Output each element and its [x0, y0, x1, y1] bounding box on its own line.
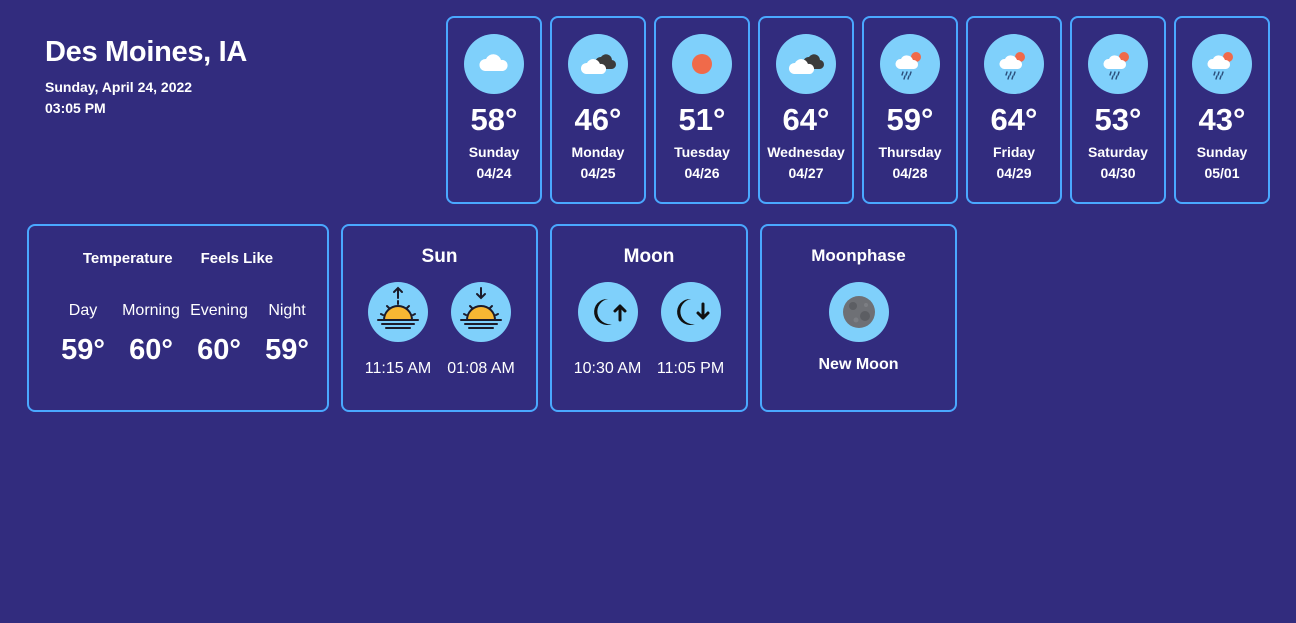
forecast-temp: 64°: [990, 102, 1038, 137]
temperature-tabs: Temperature Feels Like: [29, 250, 327, 267]
forecast-date: 04/26: [684, 165, 720, 181]
temperature-panel: Temperature Feels Like Day 59° Morning 6…: [27, 224, 329, 412]
forecast-day-card[interactable]: 64° Friday 04/29: [966, 16, 1062, 204]
forecast-date: 04/27: [788, 165, 824, 181]
forecast-date: 04/28: [892, 165, 928, 181]
broken-clouds-icon: [776, 34, 836, 94]
forecast-day-name: Tuesday: [674, 144, 730, 160]
period-label: Morning: [122, 302, 180, 319]
rain-cloud-sun-icon: [984, 34, 1044, 94]
forecast-day-name: Sunday: [468, 144, 520, 160]
period-night: Night 59°: [253, 302, 321, 367]
sun-title: Sun: [421, 246, 458, 267]
forecast-day-name: Sunday: [1196, 144, 1248, 160]
period-temp: 59°: [61, 334, 105, 366]
period-label: Evening: [190, 302, 248, 319]
forecast-day-name: Thursday: [878, 144, 942, 160]
sunrise-item: 11:15 AM: [364, 282, 432, 378]
period-morning: Morning 60°: [117, 302, 185, 367]
period-label: Night: [268, 302, 306, 319]
forecast-temp: 58°: [470, 102, 518, 137]
moon-title: Moon: [623, 246, 675, 267]
moon-times: 10:30 AM 11:05 PM: [552, 282, 746, 378]
rain-cloud-sun-icon: [1192, 34, 1252, 94]
new-moon-icon: [828, 282, 889, 342]
rain-cloud-sun-icon: [880, 34, 940, 94]
sun-times: 11:15 AM 01:08 AM: [343, 282, 536, 378]
sun-icon: [672, 34, 732, 94]
forecast-day-name: Saturday: [1088, 144, 1148, 160]
forecast-day-name: Friday: [992, 144, 1035, 160]
sun-panel: Sun 11:15 AM 01:08 AM: [341, 224, 538, 412]
forecast-day-card[interactable]: 51° Tuesday 04/26: [654, 16, 750, 204]
forecast-temp: 64°: [782, 102, 830, 137]
forecast-strip: 58° Sunday 04/24 46° Monday 04/25 51° Tu…: [446, 16, 1270, 204]
forecast-date: 04/30: [1100, 165, 1136, 181]
period-temp: 60°: [129, 334, 173, 366]
forecast-temp: 51°: [678, 102, 726, 137]
sunset-time: 01:08 AM: [447, 360, 515, 377]
forecast-day-name: Monday: [571, 144, 625, 160]
moonphase-name: New Moon: [818, 356, 899, 373]
sunset-item: 01:08 AM: [447, 282, 515, 378]
forecast-temp: 46°: [574, 102, 622, 137]
moonphase-content: New Moon: [762, 282, 955, 374]
moonrise-time: 10:30 AM: [573, 360, 642, 377]
forecast-day-card[interactable]: 64° Wednesday 04/27: [758, 16, 854, 204]
sunrise-icon: [368, 282, 428, 342]
moon-panel: Moon 10:30 AM 11:05 PM: [550, 224, 748, 412]
forecast-day-card[interactable]: 43° Sunday 05/01: [1174, 16, 1270, 204]
forecast-date: 04/25: [580, 165, 616, 181]
broken-clouds-icon: [568, 34, 628, 94]
forecast-temp: 43°: [1198, 102, 1246, 137]
period-row: Day 59° Morning 60° Evening 60° Night 59…: [49, 302, 321, 367]
forecast-date: 04/24: [476, 165, 512, 181]
moonrise-icon: [577, 282, 638, 342]
forecast-day-card[interactable]: 46° Monday 04/25: [550, 16, 646, 204]
current-time: 03:05 PM: [45, 100, 106, 116]
forecast-day-card[interactable]: 58° Sunday 04/24: [446, 16, 542, 204]
tab-feels-like[interactable]: Feels Like: [201, 250, 274, 267]
moonset-time: 11:05 PM: [656, 360, 725, 377]
moonphase-title: Moonphase: [811, 246, 906, 265]
forecast-date: 05/01: [1204, 165, 1240, 181]
period-label: Day: [68, 302, 98, 319]
moonset-icon: [660, 282, 721, 342]
period-day: Day 59°: [49, 302, 117, 367]
period-temp: 59°: [265, 334, 309, 366]
forecast-date: 04/29: [996, 165, 1032, 181]
period-temp: 60°: [197, 334, 241, 366]
forecast-day-card[interactable]: 59° Thursday 04/28: [862, 16, 958, 204]
sunrise-time: 11:15 AM: [364, 360, 432, 377]
forecast-day-name: Wednesday: [767, 144, 845, 160]
period-evening: Evening 60°: [185, 302, 253, 367]
moonset-item: 11:05 PM: [657, 282, 724, 378]
current-date: Sunday, April 24, 2022: [45, 79, 193, 95]
tab-temperature[interactable]: Temperature: [83, 250, 173, 267]
forecast-day-card[interactable]: 53° Saturday 04/30: [1070, 16, 1166, 204]
sunset-icon: [451, 282, 511, 342]
moonrise-item: 10:30 AM: [574, 282, 641, 378]
cloud-icon: [464, 34, 524, 94]
moonphase-panel: Moonphase New Moon: [760, 224, 957, 412]
location-header: Des Moines, IA Sunday, April 24, 2022 03…: [45, 36, 247, 116]
city-name: Des Moines, IA: [45, 36, 248, 68]
rain-cloud-sun-icon: [1088, 34, 1148, 94]
forecast-temp: 59°: [886, 102, 934, 137]
forecast-temp: 53°: [1094, 102, 1142, 137]
